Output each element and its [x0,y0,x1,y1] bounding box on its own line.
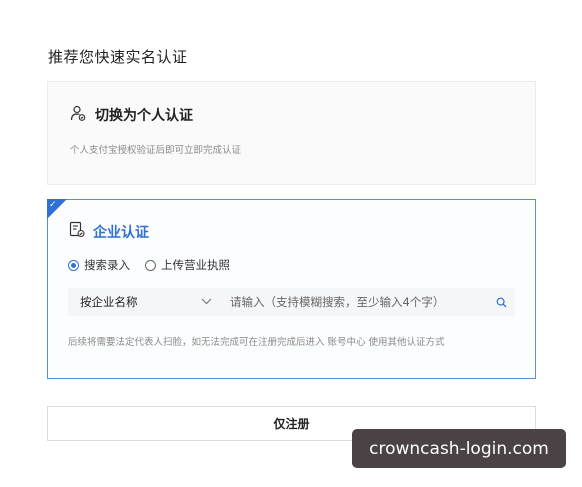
company-search-bar: 按企业名称 [68,288,515,316]
company-verification-card[interactable]: ✓ 企业认证 搜索录入 上传营业执照 按企业名称 请输入（支持模糊搜索，至少输入… [47,199,536,379]
watermark-badge: crowncash-login.com [352,429,566,468]
company-card-header: 企业认证 [69,221,149,242]
company-name-input[interactable] [220,288,487,316]
personal-card-title: 切换为个人认证 [95,108,193,124]
radio-checked-icon[interactable] [68,259,79,271]
personal-card-header: 切换为个人认证 [70,105,193,125]
company-card-title: 企业认证 [93,224,149,241]
check-icon: ✓ [49,200,57,210]
radio-upload-license[interactable]: 上传营业执照 [145,257,230,273]
search-type-select[interactable]: 按企业名称 [68,288,220,316]
chevron-down-icon [201,297,212,308]
company-document-icon [69,221,85,242]
face-scan-hint: 后续将需要法定代表人扫脸，如无法完成可在注册完成后进入 账号中心 使用其他认证方… [68,337,445,348]
search-type-select-value: 按企业名称 [80,295,138,309]
entry-method-radio-group: 搜索录入 上传营业执照 [68,257,230,273]
radio-search-entry-label: 搜索录入 [84,258,130,272]
radio-unchecked-icon[interactable] [145,259,156,271]
radio-upload-license-label: 上传营业执照 [161,258,230,272]
personal-verification-card[interactable]: 切换为个人认证 个人支付宝授权验证后即可立即完成认证 [47,81,536,185]
radio-search-entry[interactable]: 搜索录入 [68,257,130,273]
page-title: 推荐您快速实名认证 [48,48,188,66]
user-verify-icon [70,105,86,125]
search-icon[interactable] [487,297,515,308]
personal-card-description: 个人支付宝授权验证后即可立即完成认证 [70,145,242,156]
